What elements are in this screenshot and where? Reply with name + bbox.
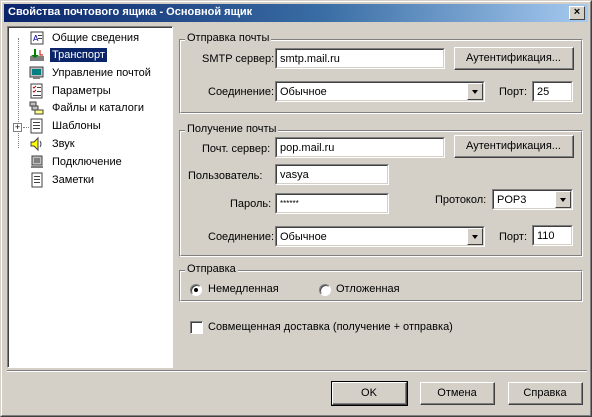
settings-tree[interactable]: A Общие сведения Транспорт Управление по…: [7, 26, 173, 368]
window-title: Свойства почтового ящика - Основной ящик: [8, 6, 253, 18]
tree-item-label: Подключение: [52, 156, 122, 168]
receive-port-label: Порт:: [499, 231, 527, 243]
username-label: Пользователь:: [188, 170, 263, 182]
smtp-server-label: SMTP сервер:: [202, 53, 275, 65]
title-bar[interactable]: Свойства почтового ящика - Основной ящик…: [4, 4, 588, 22]
cancel-button[interactable]: Отмена: [420, 382, 495, 405]
divider: [7, 370, 587, 372]
info-icon: A: [29, 30, 45, 46]
tree-item-transport[interactable]: Транспорт: [29, 47, 173, 64]
transport-icon: [29, 47, 45, 63]
smtp-auth-button[interactable]: Аутентификация...: [454, 47, 574, 70]
folder-icon: [29, 100, 45, 116]
tree-item-templates[interactable]: Шаблоны: [29, 118, 173, 135]
chevron-down-icon[interactable]: [467, 228, 483, 245]
combined-delivery-checkbox[interactable]: [190, 321, 203, 334]
receive-connection-label: Соединение:: [208, 231, 275, 243]
tree-item-label: Звук: [52, 138, 75, 150]
username-input[interactable]: vasya: [275, 164, 389, 185]
tree-item-label: Шаблоны: [52, 120, 101, 132]
protocol-label: Протокол:: [435, 194, 487, 206]
combined-delivery-label[interactable]: Совмещенная доставка (получение + отправ…: [208, 321, 453, 333]
chevron-down-icon[interactable]: [555, 191, 571, 208]
tree-item-mail-management[interactable]: Управление почтой: [29, 65, 173, 82]
send-port-input[interactable]: 25: [532, 81, 573, 102]
immediate-label[interactable]: Немедленная: [208, 283, 279, 295]
help-button[interactable]: Справка: [508, 382, 583, 405]
tree-item-connection[interactable]: Подключение: [29, 154, 173, 171]
tree-item-label: Параметры: [52, 85, 111, 97]
password-label: Пароль:: [230, 198, 272, 210]
dialog-window: Свойства почтового ящика - Основной ящик…: [0, 0, 592, 417]
deferred-label[interactable]: Отложенная: [336, 283, 400, 295]
mail-management-icon: [29, 65, 45, 81]
sending-group-title: Отправка: [185, 263, 238, 275]
sound-icon: [29, 136, 45, 152]
notes-icon: [29, 172, 45, 188]
close-button[interactable]: ×: [569, 6, 585, 20]
smtp-server-input[interactable]: smtp.mail.ru: [275, 48, 445, 69]
receive-mail-group-title: Получение почты: [185, 123, 279, 135]
deferred-radio[interactable]: [319, 284, 331, 296]
close-icon: ×: [573, 6, 581, 18]
send-mail-group-title: Отправка почты: [185, 32, 272, 44]
send-connection-select[interactable]: Обычное: [275, 81, 485, 102]
send-connection-label: Соединение:: [208, 86, 275, 98]
receive-connection-select[interactable]: Обычное: [275, 226, 485, 247]
tree-item-files-folders[interactable]: Файлы и каталоги: [29, 100, 173, 117]
tree-item-label: Общие сведения: [52, 32, 140, 44]
connection-icon: [29, 154, 45, 170]
tree-item-label: Заметки: [52, 174, 95, 186]
password-input[interactable]: ******: [275, 193, 389, 214]
parameters-icon: [29, 83, 45, 99]
immediate-radio[interactable]: [190, 284, 202, 296]
tree-item-label: Файлы и каталоги: [52, 102, 144, 114]
tree-item-label: Управление почтой: [52, 67, 151, 79]
tree-item-general[interactable]: A Общие сведения: [29, 30, 173, 47]
protocol-select[interactable]: POP3: [492, 189, 573, 210]
tree-item-notes[interactable]: Заметки: [29, 172, 173, 189]
expand-icon[interactable]: +: [13, 123, 22, 132]
tree-item-sound[interactable]: Звук: [29, 136, 173, 153]
pop-server-input[interactable]: pop.mail.ru: [275, 137, 445, 158]
pop-auth-button[interactable]: Аутентификация...: [454, 135, 574, 158]
templates-icon: [29, 118, 45, 134]
receive-port-input[interactable]: 110: [532, 225, 573, 246]
tree-item-parameters[interactable]: Параметры: [29, 83, 173, 100]
chevron-down-icon[interactable]: [467, 83, 483, 100]
tree-item-label: Транспорт: [50, 48, 107, 62]
pop-server-label: Почт. сервер:: [202, 143, 271, 155]
ok-button[interactable]: OK: [331, 381, 408, 406]
send-port-label: Порт:: [499, 86, 527, 98]
